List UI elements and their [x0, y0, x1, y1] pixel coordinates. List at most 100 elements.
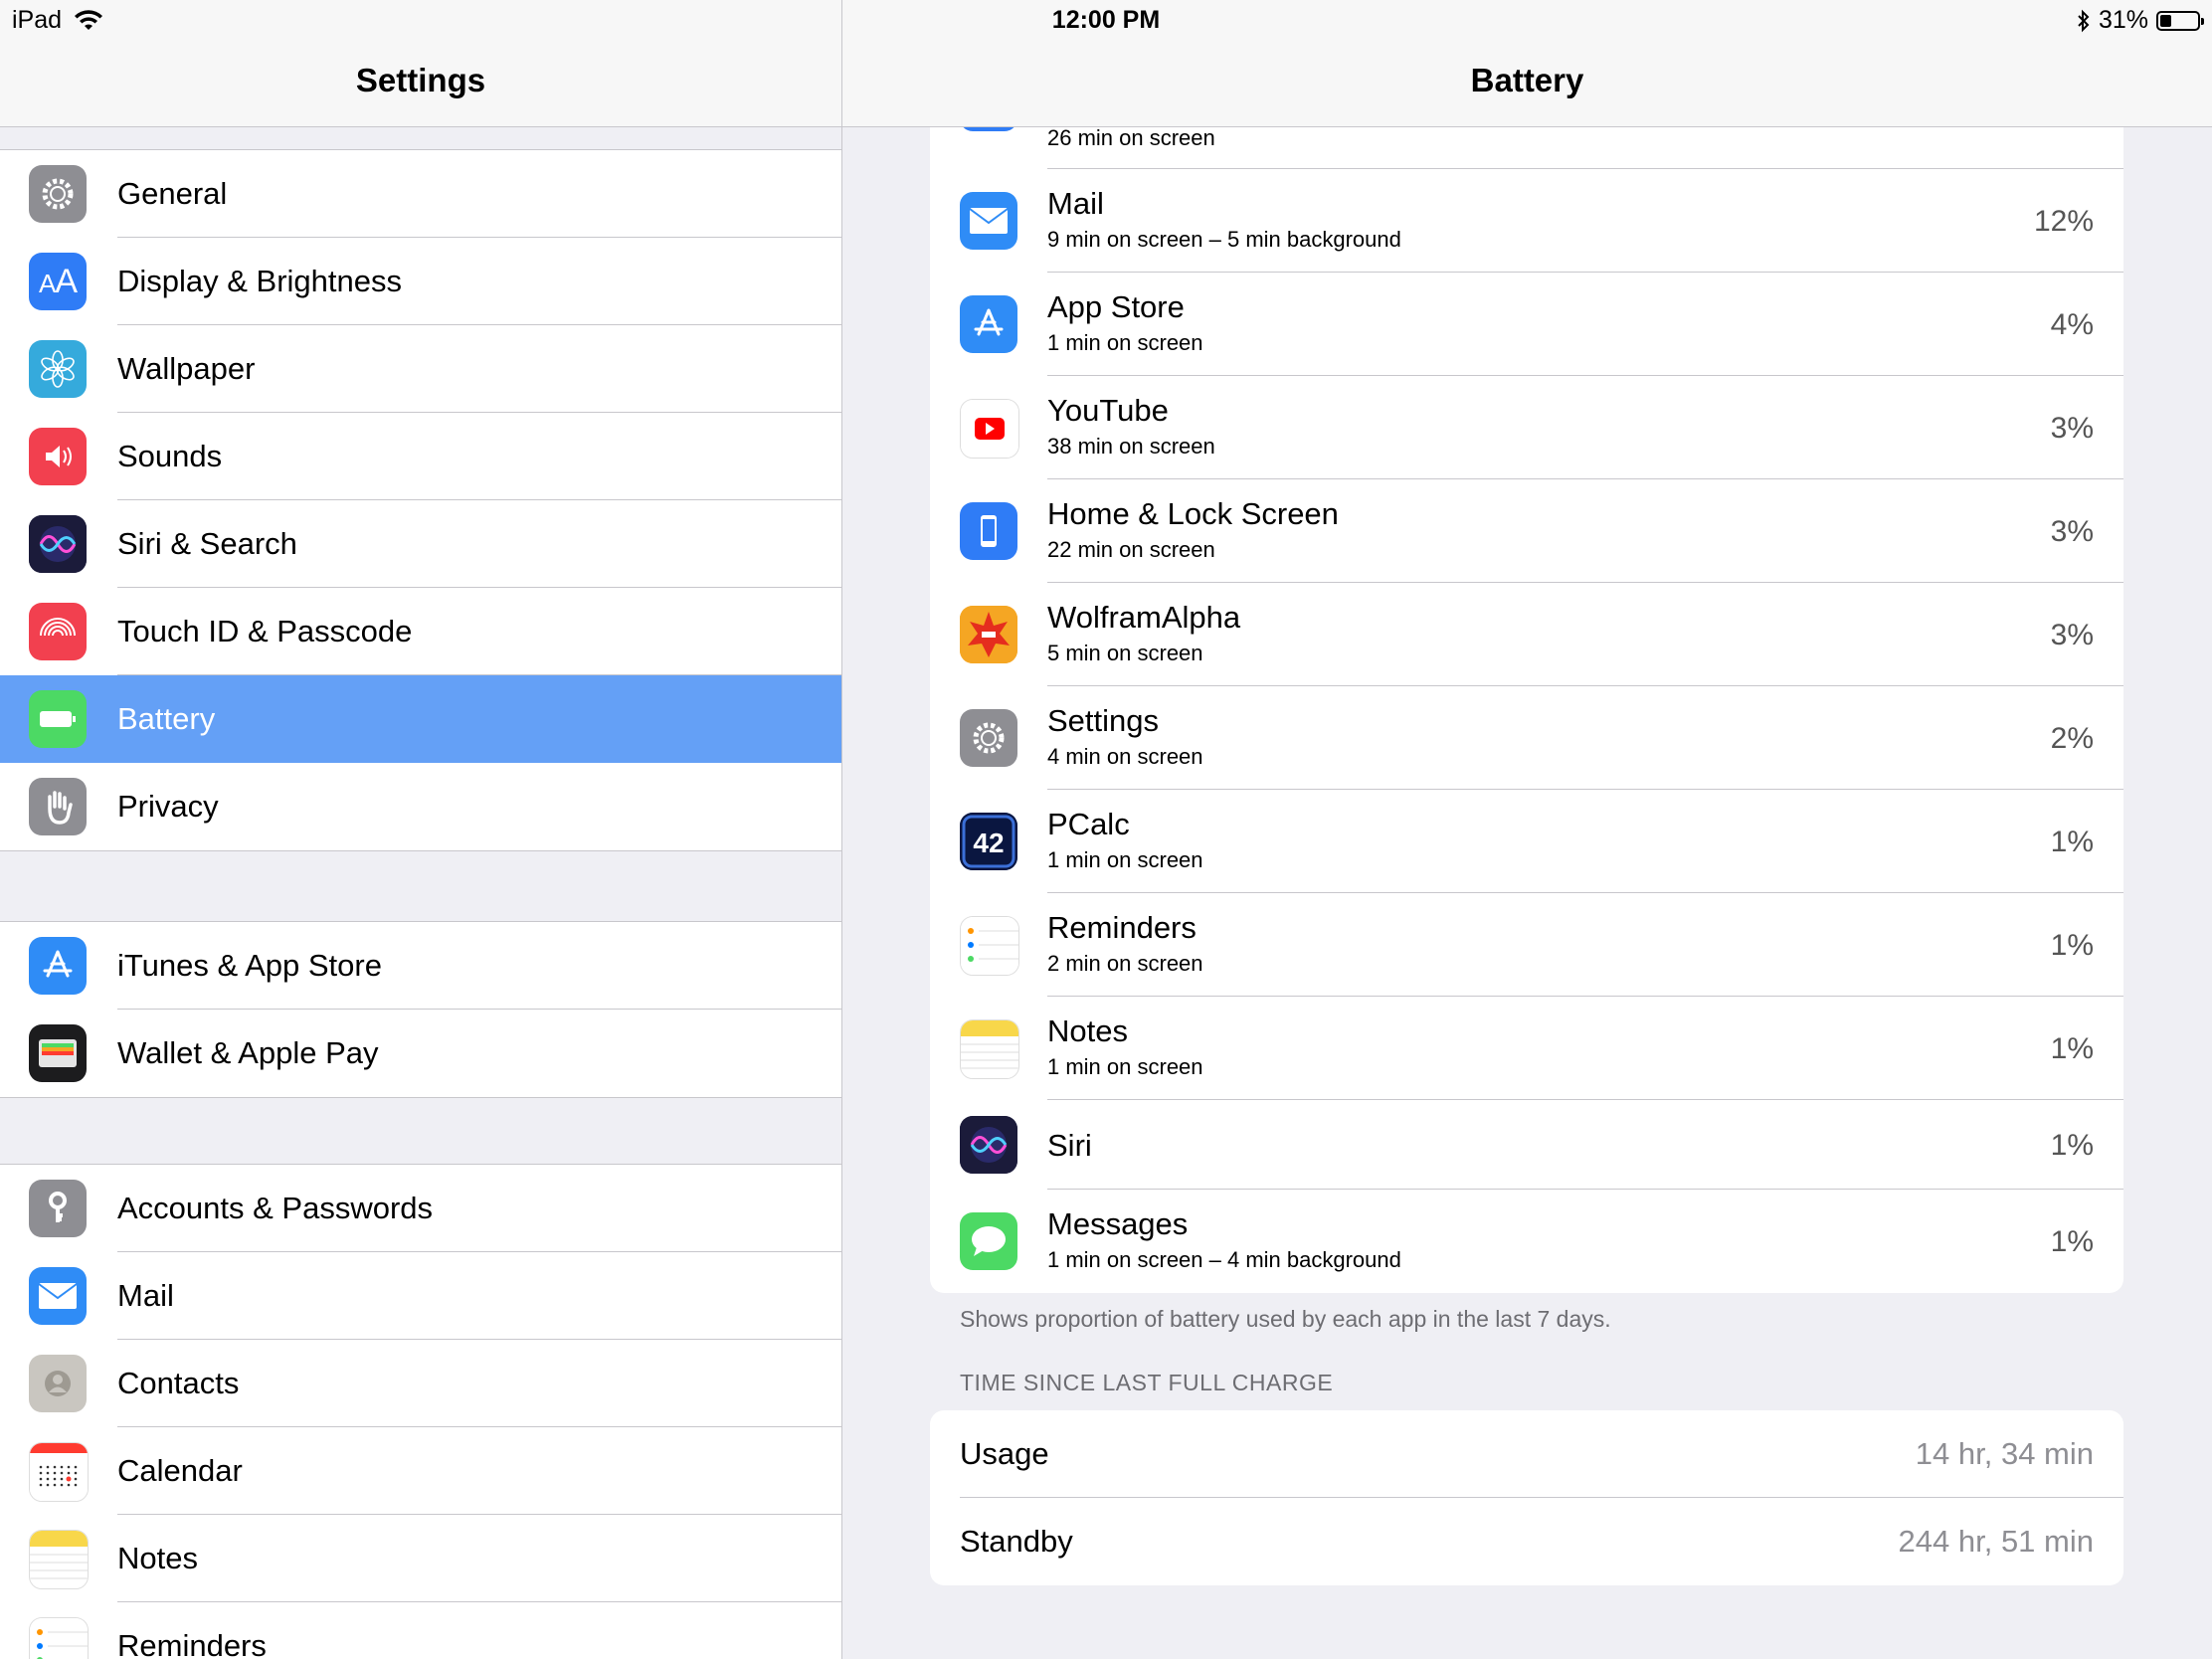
gear-icon — [960, 709, 1017, 767]
settings-group: iTunes & App Store Wallet & Apple Pay — [0, 921, 841, 1098]
app-usage-row[interactable]: Home & Lock Screen 22 min on screen 3% — [930, 479, 2123, 583]
app-usage-detail: 1 min on screen – 4 min background — [1047, 1247, 1401, 1272]
battery-icon — [29, 690, 87, 748]
sidebar-item-accounts-passwords[interactable]: Accounts & Passwords — [0, 1165, 841, 1252]
sidebar-item-label: Privacy — [117, 789, 219, 824]
app-battery-percent: 1% — [2050, 929, 2094, 962]
sidebar-item-label: Accounts & Passwords — [117, 1191, 434, 1225]
sidebar-item-privacy[interactable]: Privacy — [0, 763, 841, 850]
app-name: WolframAlpha — [1047, 600, 1241, 635]
sidebar-item-notes[interactable]: Notes — [0, 1515, 841, 1602]
standby-label: Standby — [960, 1524, 1073, 1559]
sidebar-item-calendar[interactable]: Calendar — [0, 1427, 841, 1515]
app-name: Reminders — [1047, 910, 1197, 945]
battery-indicator-icon — [2156, 10, 2204, 31]
sidebar-item-battery[interactable]: Battery — [0, 675, 841, 763]
app-usage-detail: 1 min on screen — [1047, 1054, 1203, 1079]
status-bar: iPad 12:00 PM 31% — [0, 0, 2212, 40]
sidebar-item-label: Mail — [117, 1278, 174, 1313]
app-usage-detail: 38 min on screen — [1047, 434, 1215, 459]
app-name: Mail — [1047, 186, 1104, 221]
app-usage-row[interactable]: Siri 1% — [930, 1100, 2123, 1190]
sidebar-item-label: Notes — [117, 1541, 198, 1575]
standby-value: 244 hr, 51 min — [1898, 1524, 2094, 1559]
notes-icon — [29, 1530, 89, 1589]
sidebar-item-label: Reminders — [117, 1628, 267, 1659]
app-name: Home & Lock Screen — [1047, 496, 1339, 531]
siri-icon — [29, 515, 87, 573]
hand-icon — [29, 778, 87, 835]
sidebar-item-label: Wallpaper — [117, 351, 256, 386]
app-store-icon — [960, 295, 1017, 353]
sidebar-item-label: iTunes & App Store — [117, 948, 382, 983]
flower-icon — [29, 340, 87, 398]
app-usage-detail: 22 min on screen — [1047, 537, 1215, 562]
app-usage-card: 26 min on screen Mail 9 min on screen – 5… — [930, 60, 2123, 1293]
app-store-icon — [29, 937, 87, 995]
sidebar-item-wallpaper[interactable]: Wallpaper — [0, 325, 841, 413]
siri-icon — [960, 1116, 1017, 1174]
app-usage-detail: 4 min on screen — [1047, 744, 1203, 769]
calendar-icon — [29, 1442, 89, 1502]
app-battery-percent: 3% — [2050, 412, 2094, 445]
app-usage-detail: 26 min on screen — [1047, 125, 1215, 150]
app-usage-row[interactable]: YouTube 38 min on screen 3% — [930, 376, 2123, 479]
app-name: Settings — [1047, 703, 1160, 738]
mail-icon — [960, 192, 1017, 250]
app-usage-row[interactable]: 42 PCalc 1 min on screen 1% — [930, 790, 2123, 893]
app-name: App Store — [1047, 289, 1185, 324]
app-name: Siri — [1047, 1128, 1092, 1163]
app-battery-percent: 1% — [2050, 1129, 2094, 1162]
gear-icon — [29, 165, 87, 223]
app-battery-percent: 3% — [2050, 515, 2094, 548]
time-since-charge-header: TIME SINCE LAST FULL CHARGE — [960, 1370, 1334, 1395]
app-battery-percent: 1% — [2050, 1225, 2094, 1258]
sidebar-item-label: Wallet & Apple Pay — [117, 1035, 379, 1070]
sidebar-item-wallet-apple-pay[interactable]: Wallet & Apple Pay — [0, 1010, 841, 1097]
sidebar-item-display-brightness[interactable]: AA Display & Brightness — [0, 238, 841, 325]
clock: 12:00 PM — [1051, 6, 1161, 34]
sidebar-title: Settings — [355, 62, 486, 98]
sidebar-item-general[interactable]: General — [0, 150, 841, 238]
battery-footnote: Shows proportion of battery used by each… — [960, 1306, 1611, 1332]
usage-label: Usage — [960, 1436, 1049, 1471]
sidebar-item-label: Contacts — [117, 1366, 240, 1400]
battery-percent: 31% — [2098, 6, 2148, 34]
sidebar-item-label: Sounds — [117, 439, 223, 473]
app-usage-row[interactable]: Notes 1 min on screen 1% — [930, 997, 2123, 1100]
app-usage-detail: 9 min on screen – 5 min background — [1047, 227, 1401, 252]
text-size-icon: AA — [29, 253, 87, 310]
app-battery-percent: 1% — [2050, 826, 2094, 858]
usage-value: 14 hr, 34 min — [1915, 1436, 2094, 1471]
sidebar-item-label: Display & Brightness — [117, 264, 403, 298]
sidebar-item-itunes-app-store[interactable]: iTunes & App Store — [0, 922, 841, 1010]
app-usage-detail: 1 min on screen — [1047, 330, 1203, 355]
charge-time-card: Usage 14 hr, 34 min Standby 244 hr, 51 m… — [930, 1410, 2123, 1585]
app-name: Messages — [1047, 1206, 1189, 1241]
key-icon — [29, 1180, 87, 1237]
app-usage-row[interactable]: Settings 4 min on screen 2% — [930, 686, 2123, 790]
sidebar-item-siri-search[interactable]: Siri & Search — [0, 500, 841, 588]
app-usage-row[interactable]: Mail 9 min on screen – 5 min background 12… — [930, 169, 2123, 273]
mail-icon — [29, 1267, 87, 1325]
messages-icon — [960, 1212, 1017, 1270]
settings-group: Accounts & Passwords Mail Contacts Calendar… — [0, 1164, 841, 1659]
fingerprint-icon — [29, 603, 87, 660]
app-usage-row[interactable]: App Store 1 min on screen 4% — [930, 273, 2123, 376]
app-usage-row[interactable]: Messages 1 min on screen – 4 min backgrou… — [930, 1190, 2123, 1293]
sidebar-item-contacts[interactable]: Contacts — [0, 1340, 841, 1427]
split-divider — [841, 0, 842, 1659]
app-battery-percent: 3% — [2050, 619, 2094, 651]
app-battery-percent: 1% — [2050, 1032, 2094, 1065]
bluetooth-icon — [2077, 9, 2091, 33]
app-name: Notes — [1047, 1014, 1128, 1048]
app-usage-row[interactable]: Reminders 2 min on screen 1% — [930, 893, 2123, 997]
sidebar-item-sounds[interactable]: Sounds — [0, 413, 841, 500]
sidebar-item-mail[interactable]: Mail — [0, 1252, 841, 1340]
detail-title: Battery — [1470, 62, 1584, 98]
app-usage-row[interactable]: WolframAlpha 5 min on screen 3% — [930, 583, 2123, 686]
sidebar-item-touch-id-passcode[interactable]: Touch ID & Passcode — [0, 588, 841, 675]
sidebar-item-reminders[interactable]: Reminders — [0, 1602, 841, 1659]
app-usage-detail: 2 min on screen — [1047, 951, 1203, 976]
app-battery-percent: 12% — [2033, 205, 2094, 238]
